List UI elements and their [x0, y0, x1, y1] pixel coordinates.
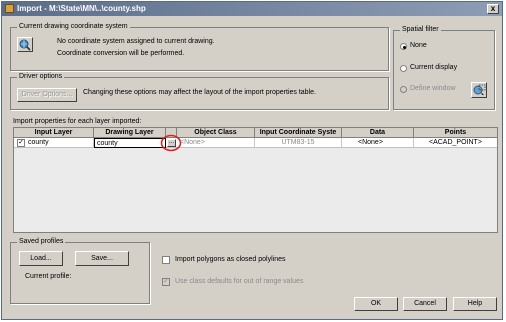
window-title: Import - M:\State\MN\..\county.shp	[17, 4, 146, 13]
closed-polylines-label: Import polygons as closed polylines	[175, 256, 286, 263]
coordinate-conversion-note: Coordinate conversion will be performed.	[57, 50, 185, 57]
cell-coordinate-system[interactable]: UTM83-15	[255, 138, 342, 148]
save-profile-button[interactable]: Save...	[75, 251, 129, 266]
ok-button[interactable]: OK	[354, 297, 398, 311]
help-button[interactable]: Help	[453, 297, 497, 311]
column-header-object-class[interactable]: Object Class	[177, 128, 255, 138]
cell-points[interactable]: <ACAD_POINT>	[414, 138, 497, 148]
radio-current-display-label: Current display	[410, 64, 458, 71]
column-header-input-coordinate-system[interactable]: Input Coordinate Syste	[255, 128, 342, 138]
class-defaults-checkbox[interactable]: ✓	[162, 278, 170, 286]
import-properties-table: Input Layer Drawing Layer Object Class I…	[13, 127, 498, 233]
driver-options-group-label: Driver options	[17, 73, 65, 80]
cell-object-class[interactable]: <None>	[178, 138, 255, 148]
import-properties-label: Import properties for each layer importe…	[13, 118, 142, 125]
cell-input-layer: county	[28, 138, 94, 148]
app-icon	[5, 4, 14, 13]
radio-define-window[interactable]	[400, 86, 407, 93]
row-import-checkbox[interactable]: ✓	[17, 139, 25, 147]
driver-options-group: Driver options Driver Options... Changin…	[10, 73, 389, 110]
saved-profiles-group-label: Saved profiles	[17, 238, 66, 245]
define-window-button[interactable]	[471, 82, 487, 98]
coordinate-system-group: Current drawing coordinate system No coo…	[10, 23, 389, 71]
radio-define-window-label: Define window	[410, 85, 456, 92]
current-profile-label: Current profile:	[25, 273, 72, 280]
coordinate-system-group-label: Current drawing coordinate system	[17, 23, 130, 30]
cancel-button[interactable]: Cancel	[403, 297, 447, 311]
closed-polylines-checkbox[interactable]	[162, 256, 170, 264]
window-select-icon	[473, 84, 486, 95]
title-bar[interactable]: Import - M:\State\MN\..\county.shp x	[2, 2, 502, 16]
close-button[interactable]: x	[487, 4, 499, 14]
radio-none-label: None	[410, 42, 427, 49]
column-header-data[interactable]: Data	[342, 128, 414, 138]
import-dialog: Import - M:\State\MN\..\county.shp x Cur…	[1, 1, 503, 320]
radio-current-display[interactable]	[400, 65, 407, 72]
globe-magnifier-icon	[19, 39, 31, 51]
column-header-points[interactable]: Points	[414, 128, 497, 138]
class-defaults-label: Use class defaults for out of range valu…	[175, 278, 304, 285]
column-header-drawing-layer[interactable]: Drawing Layer	[94, 128, 166, 138]
column-header-input-layer[interactable]: Input Layer	[14, 128, 94, 138]
coordinate-system-button[interactable]	[17, 37, 33, 52]
coordinate-system-status: No coordinate system assigned to current…	[57, 38, 215, 45]
spatial-filter-group-label: Spatial filter	[400, 26, 441, 33]
driver-options-description: Changing these options may affect the la…	[83, 89, 316, 96]
driver-options-button[interactable]: Driver Options...	[17, 88, 77, 102]
spatial-filter-group: Spatial filter None Current display Defi…	[393, 26, 495, 110]
radio-none[interactable]	[400, 43, 407, 50]
load-profile-button[interactable]: Load...	[19, 251, 63, 266]
cell-data[interactable]: <None>	[342, 138, 414, 148]
saved-profiles-group: Saved profiles Load... Save... Current p…	[10, 238, 150, 304]
cell-drawing-layer-input[interactable]: county	[94, 138, 166, 148]
